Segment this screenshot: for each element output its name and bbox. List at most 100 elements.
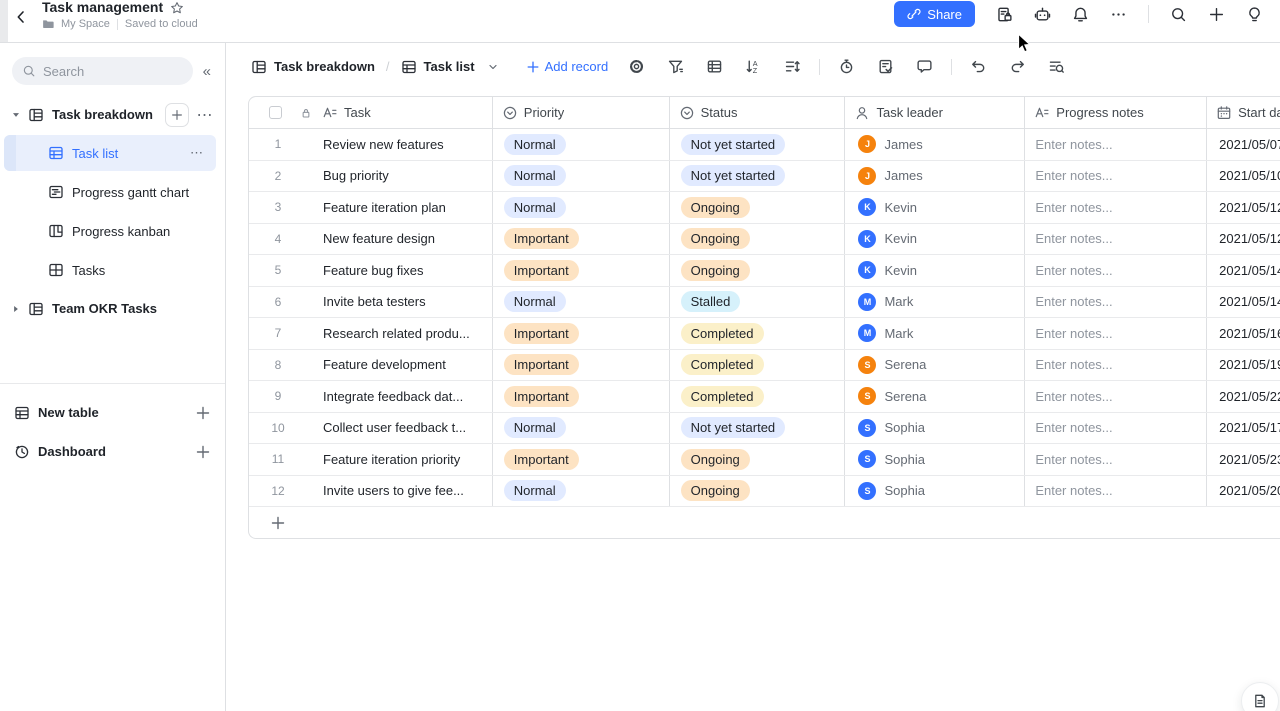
start-date-cell[interactable]: 2021/05/14 bbox=[1206, 255, 1280, 286]
task-cell[interactable]: 11 Feature iteration priority bbox=[249, 444, 492, 475]
start-date-cell[interactable]: 2021/05/07 bbox=[1206, 129, 1280, 160]
comment-icon[interactable] bbox=[916, 58, 933, 75]
notes-cell[interactable]: Enter notes... bbox=[1024, 255, 1206, 286]
settings-icon[interactable] bbox=[628, 58, 645, 75]
undo-icon[interactable] bbox=[970, 58, 987, 75]
task-cell[interactable]: 10 Collect user feedback t... bbox=[249, 413, 492, 444]
filter-icon[interactable] bbox=[667, 58, 684, 75]
notes-cell[interactable]: Enter notes... bbox=[1024, 224, 1206, 255]
notes-cell[interactable]: Enter notes... bbox=[1024, 192, 1206, 223]
search-input[interactable]: Search bbox=[12, 57, 193, 85]
priority-cell[interactable]: Important bbox=[492, 350, 669, 381]
leader-cell[interactable]: M Mark bbox=[844, 318, 1024, 349]
group-icon[interactable] bbox=[706, 58, 723, 75]
share-button[interactable]: Share bbox=[894, 1, 975, 27]
sort-icon[interactable]: AZ bbox=[745, 58, 762, 75]
notifications-icon[interactable] bbox=[1072, 6, 1089, 23]
notes-cell[interactable]: Enter notes... bbox=[1024, 129, 1206, 160]
task-cell[interactable]: 12 Invite users to give fee... bbox=[249, 476, 492, 507]
status-cell[interactable]: Stalled bbox=[669, 287, 845, 318]
find-record-icon[interactable] bbox=[1048, 58, 1065, 75]
start-date-cell[interactable]: 2021/05/23 bbox=[1206, 444, 1280, 475]
leader-cell[interactable]: S Sophia bbox=[844, 444, 1024, 475]
task-cell[interactable]: 3 Feature iteration plan bbox=[249, 192, 492, 223]
status-cell[interactable]: Ongoing bbox=[669, 255, 845, 286]
sidebar-new-table[interactable]: New table bbox=[0, 393, 225, 432]
leader-cell[interactable]: K Kevin bbox=[844, 192, 1024, 223]
status-cell[interactable]: Ongoing bbox=[669, 192, 845, 223]
status-cell[interactable]: Ongoing bbox=[669, 444, 845, 475]
caret-right-icon[interactable] bbox=[10, 303, 22, 315]
priority-cell[interactable]: Normal bbox=[492, 476, 669, 507]
priority-cell[interactable]: Important bbox=[492, 318, 669, 349]
notes-cell[interactable]: Enter notes... bbox=[1024, 381, 1206, 412]
row-height-icon[interactable] bbox=[784, 58, 801, 75]
add-row-button[interactable] bbox=[249, 507, 1280, 538]
form-icon[interactable] bbox=[877, 58, 894, 75]
leader-cell[interactable]: S Sophia bbox=[844, 476, 1024, 507]
task-cell[interactable]: 6 Invite beta testers bbox=[249, 287, 492, 318]
collapse-sidebar-icon[interactable]: « bbox=[193, 63, 217, 80]
status-cell[interactable]: Not yet started bbox=[669, 413, 845, 444]
notes-cell[interactable]: Enter notes... bbox=[1024, 413, 1206, 444]
notes-cell[interactable]: Enter notes... bbox=[1024, 350, 1206, 381]
notes-cell[interactable]: Enter notes... bbox=[1024, 476, 1206, 507]
task-cell[interactable]: 8 Feature development bbox=[249, 350, 492, 381]
priority-cell[interactable]: Normal bbox=[492, 161, 669, 192]
add-view-button[interactable] bbox=[165, 103, 189, 127]
status-cell[interactable]: Ongoing bbox=[669, 224, 845, 255]
breadcrumb-base[interactable]: Task breakdown bbox=[251, 59, 375, 75]
priority-cell[interactable]: Important bbox=[492, 444, 669, 475]
start-date-cell[interactable]: 2021/05/20 bbox=[1206, 476, 1280, 507]
base-more-button[interactable]: ⋯ bbox=[193, 105, 217, 125]
start-date-cell[interactable]: 2021/05/12 bbox=[1206, 192, 1280, 223]
task-cell[interactable]: 9 Integrate feedback dat... bbox=[249, 381, 492, 412]
permissions-icon[interactable] bbox=[996, 6, 1013, 23]
leader-cell[interactable]: S Sophia bbox=[844, 413, 1024, 444]
priority-cell[interactable]: Normal bbox=[492, 129, 669, 160]
notes-cell[interactable]: Enter notes... bbox=[1024, 161, 1206, 192]
status-cell[interactable]: Not yet started bbox=[669, 161, 845, 192]
column-header-task[interactable]: Task bbox=[249, 97, 492, 128]
task-cell[interactable]: 4 New feature design bbox=[249, 224, 492, 255]
view-switcher[interactable]: Task list bbox=[401, 59, 499, 75]
add-record-button[interactable]: Add record bbox=[526, 59, 609, 74]
plus-icon[interactable] bbox=[195, 444, 211, 460]
start-date-cell[interactable]: 2021/05/22 bbox=[1206, 381, 1280, 412]
favorite-star-icon[interactable] bbox=[170, 1, 184, 15]
task-cell[interactable]: 2 Bug priority bbox=[249, 161, 492, 192]
caret-down-icon[interactable] bbox=[10, 109, 22, 121]
leader-cell[interactable]: M Mark bbox=[844, 287, 1024, 318]
sidebar-dashboard[interactable]: Dashboard bbox=[0, 432, 225, 471]
sidebar-view-task-list[interactable]: Task list ⋯ bbox=[4, 135, 216, 171]
start-date-cell[interactable]: 2021/05/14 bbox=[1206, 287, 1280, 318]
redo-icon[interactable] bbox=[1009, 58, 1026, 75]
status-cell[interactable]: Completed bbox=[669, 350, 845, 381]
column-header-task-leader[interactable]: Task leader bbox=[844, 97, 1024, 128]
plus-icon[interactable] bbox=[195, 405, 211, 421]
bot-icon[interactable] bbox=[1034, 6, 1051, 23]
priority-cell[interactable]: Important bbox=[492, 381, 669, 412]
start-date-cell[interactable]: 2021/05/12 bbox=[1206, 224, 1280, 255]
column-header-progress-notes[interactable]: Progress notes bbox=[1024, 97, 1206, 128]
start-date-cell[interactable]: 2021/05/10 bbox=[1206, 161, 1280, 192]
sidebar-view-progress-kanban[interactable]: Progress kanban bbox=[4, 213, 216, 249]
new-icon[interactable] bbox=[1208, 6, 1225, 23]
status-cell[interactable]: Completed bbox=[669, 318, 845, 349]
column-header-start-date[interactable]: Start date bbox=[1206, 97, 1280, 128]
column-header-priority[interactable]: Priority bbox=[492, 97, 669, 128]
view-more-button[interactable]: ⋯ bbox=[190, 145, 216, 161]
start-date-cell[interactable]: 2021/05/19 bbox=[1206, 350, 1280, 381]
priority-cell[interactable]: Important bbox=[492, 224, 669, 255]
sidebar-base-task-breakdown[interactable]: Task breakdown ⋯ bbox=[0, 97, 217, 132]
column-header-status[interactable]: Status bbox=[669, 97, 845, 128]
start-date-cell[interactable]: 2021/05/16 bbox=[1206, 318, 1280, 349]
more-icon[interactable] bbox=[1110, 6, 1127, 23]
status-cell[interactable]: Completed bbox=[669, 381, 845, 412]
leader-cell[interactable]: S Serena bbox=[844, 350, 1024, 381]
notes-cell[interactable]: Enter notes... bbox=[1024, 287, 1206, 318]
start-date-cell[interactable]: 2021/05/17 bbox=[1206, 413, 1280, 444]
priority-cell[interactable]: Normal bbox=[492, 192, 669, 223]
leader-cell[interactable]: K Kevin bbox=[844, 224, 1024, 255]
sidebar-view-tasks[interactable]: Tasks bbox=[4, 252, 216, 288]
